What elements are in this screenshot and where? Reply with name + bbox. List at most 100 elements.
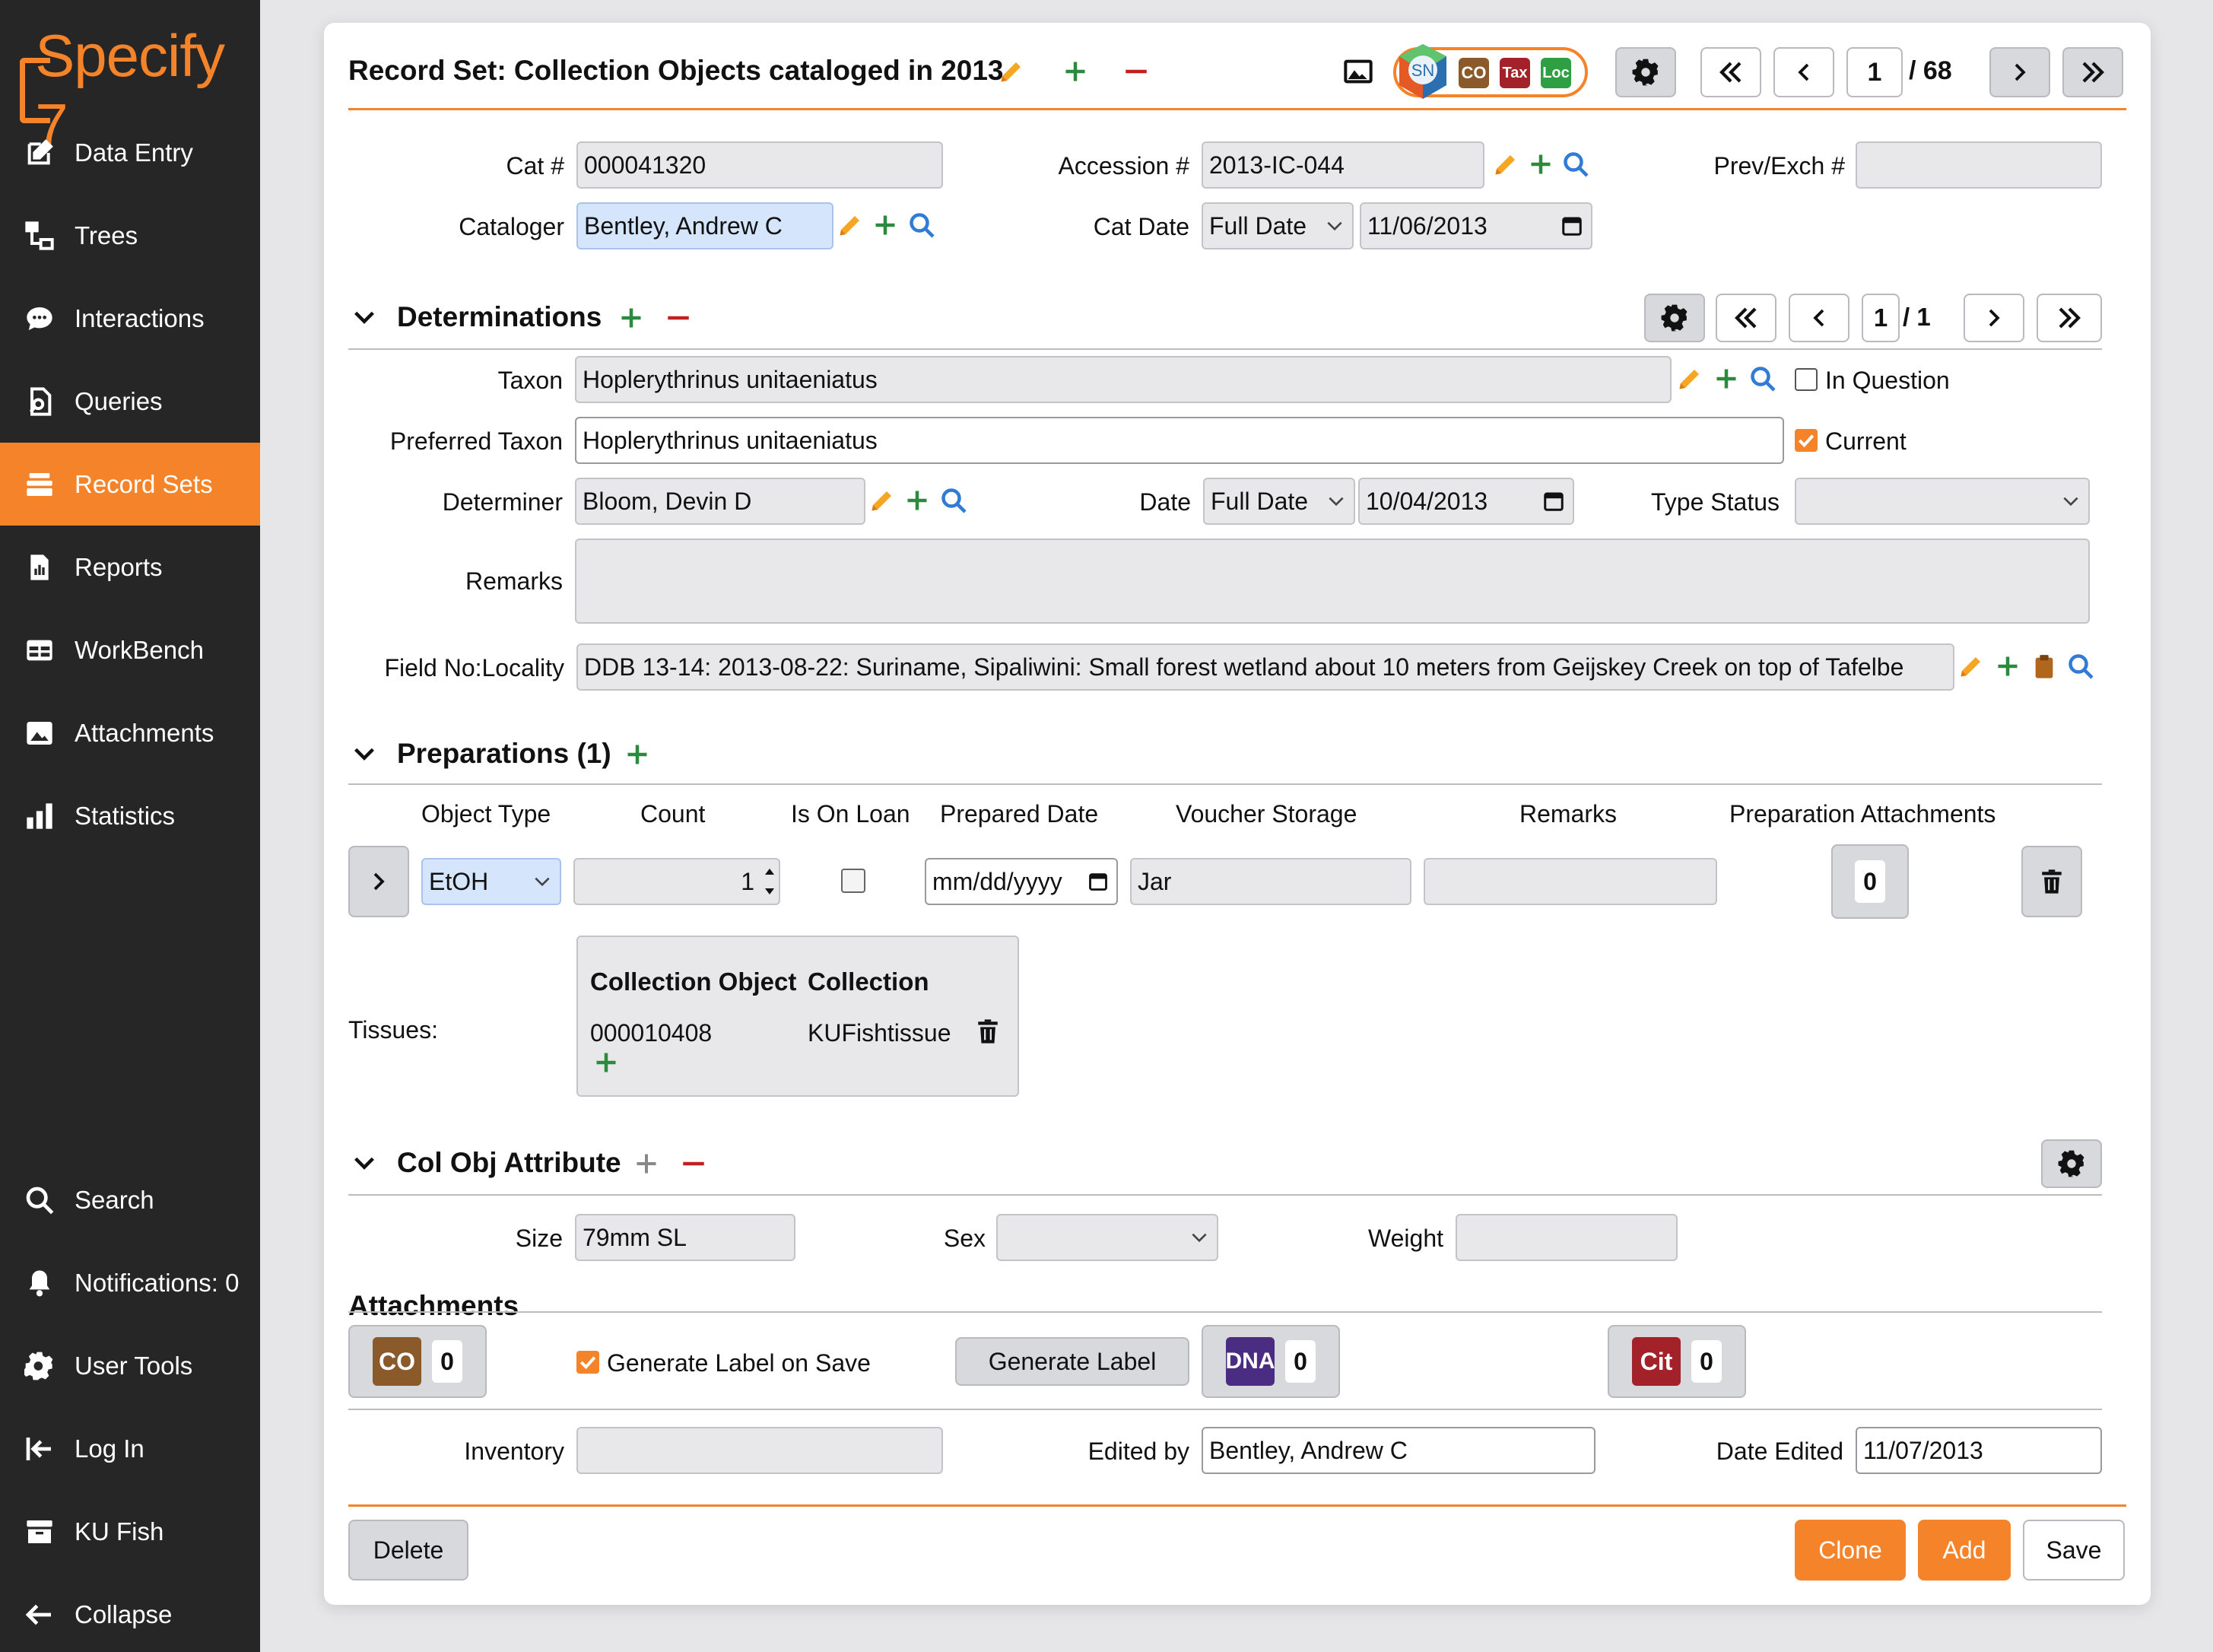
cataloger-field[interactable]: Bentley, Andrew C — [576, 202, 833, 249]
edited-by-field[interactable]: Bentley, Andrew C — [1202, 1427, 1595, 1474]
nav-data-entry[interactable]: Data Entry — [0, 111, 260, 194]
count-stepper[interactable]: 1 — [573, 858, 780, 905]
nav-workbench[interactable]: WorkBench — [0, 608, 260, 691]
nav-queries[interactable]: Queries — [0, 360, 260, 443]
nav-ku-fish[interactable]: KU Fish — [0, 1490, 260, 1573]
edit-pencil-icon[interactable] — [835, 210, 865, 240]
remarks-textarea[interactable] — [575, 538, 2090, 624]
cat-number-field[interactable]: 000041320 — [576, 141, 943, 189]
nav-record-sets[interactable]: Record Sets — [0, 443, 260, 526]
stepper-arrows-icon[interactable] — [762, 861, 777, 902]
preparation-attachments-button[interactable]: 0 — [1831, 844, 1909, 919]
preparation-remarks-field[interactable] — [1424, 858, 1717, 905]
collapse-determinations-chevron-icon[interactable] — [351, 304, 377, 330]
remove-minus-icon[interactable] — [1121, 56, 1151, 87]
determination-settings-button[interactable] — [1644, 294, 1705, 342]
nav-search[interactable]: Search — [0, 1158, 260, 1241]
determination-date-type-select[interactable]: Full Date — [1203, 478, 1355, 525]
edit-pencil-icon[interactable] — [996, 56, 1027, 87]
det-previous-button[interactable] — [1789, 294, 1849, 342]
add-plus-icon[interactable] — [1992, 651, 2023, 681]
remove-determination-icon[interactable] — [663, 303, 694, 333]
determination-date-field[interactable]: 10/04/2013 — [1358, 478, 1574, 525]
tissue-collection-object-link[interactable]: 000010408 — [590, 1019, 712, 1047]
prev-exch-field[interactable] — [1856, 141, 2102, 189]
nav-trees[interactable]: Trees — [0, 194, 260, 277]
cat-date-type-select[interactable]: Full Date — [1202, 202, 1354, 249]
co-form-badge[interactable]: CO — [1459, 58, 1489, 88]
delete-preparation-button[interactable] — [2021, 846, 2082, 917]
first-record-button[interactable] — [1700, 47, 1761, 97]
nav-statistics[interactable]: Statistics — [0, 774, 260, 857]
edit-pencil-icon[interactable] — [1956, 651, 1986, 681]
cit-attachments-button[interactable]: Cit 0 — [1608, 1325, 1746, 1398]
add-plus-icon[interactable] — [870, 210, 900, 240]
nav-notifications[interactable]: Notifications: 0 — [0, 1241, 260, 1324]
expand-preparation-button[interactable] — [348, 846, 409, 917]
in-question-checkbox[interactable] — [1795, 368, 1818, 391]
add-button[interactable]: Add — [1918, 1520, 2011, 1581]
next-record-button[interactable] — [1989, 47, 2050, 97]
det-next-button[interactable] — [1964, 294, 2024, 342]
prepared-date-field[interactable]: mm/dd/yyyy — [925, 858, 1118, 905]
add-tissue-icon[interactable] — [595, 1051, 618, 1074]
det-index-input[interactable]: 1 — [1862, 294, 1900, 342]
voucher-storage-field[interactable]: Jar — [1130, 858, 1411, 905]
delete-button[interactable]: Delete — [348, 1520, 468, 1581]
add-preparation-icon[interactable] — [622, 739, 652, 770]
generate-label-button[interactable]: Generate Label — [955, 1337, 1189, 1386]
trash-icon[interactable] — [975, 1016, 1001, 1047]
co-attachments-button[interactable]: CO 0 — [348, 1325, 487, 1398]
search-icon[interactable] — [1561, 149, 1591, 179]
add-determination-icon[interactable] — [616, 303, 646, 333]
attribute-settings-button[interactable] — [2041, 1139, 2102, 1188]
remove-attribute-icon[interactable] — [678, 1148, 709, 1179]
record-index-input[interactable]: 1 — [1846, 47, 1903, 97]
date-edited-field[interactable]: 11/07/2013 — [1856, 1427, 2102, 1474]
preferred-taxon-field[interactable]: Hoplerythrinus unitaeniatus — [575, 417, 1784, 464]
add-plus-icon[interactable] — [1526, 149, 1556, 179]
sex-select[interactable] — [996, 1214, 1218, 1261]
previous-record-button[interactable] — [1773, 47, 1834, 97]
accession-field[interactable]: 2013-IC-044 — [1202, 141, 1484, 189]
field-no-locality-field[interactable]: DDB 13-14: 2013-08-22: Suriname, Sipaliw… — [576, 643, 1954, 691]
type-status-select[interactable] — [1795, 478, 2090, 525]
search-icon[interactable] — [1748, 364, 1778, 394]
edit-pencil-icon[interactable] — [867, 485, 897, 516]
is-on-loan-checkbox[interactable] — [841, 869, 865, 893]
weight-field[interactable] — [1456, 1214, 1678, 1261]
nav-reports[interactable]: Reports — [0, 526, 260, 608]
determiner-field[interactable]: Bloom, Devin D — [575, 478, 865, 525]
save-button[interactable]: Save — [2023, 1520, 2125, 1581]
det-first-button[interactable] — [1716, 294, 1776, 342]
search-icon[interactable] — [2065, 651, 2096, 681]
clipboard-icon[interactable] — [2029, 651, 2059, 681]
add-plus-icon[interactable] — [1711, 364, 1742, 394]
add-attribute-icon[interactable] — [631, 1148, 662, 1179]
cat-date-field[interactable]: 11/06/2013 — [1360, 202, 1592, 249]
search-icon[interactable] — [938, 485, 969, 516]
dna-attachments-button[interactable]: DNA 0 — [1202, 1325, 1340, 1398]
settings-button[interactable] — [1615, 47, 1676, 97]
search-icon[interactable] — [906, 210, 937, 240]
loc-form-badge[interactable]: Loc — [1541, 58, 1571, 88]
add-plus-icon[interactable] — [1060, 56, 1091, 87]
edit-pencil-icon[interactable] — [1491, 149, 1521, 179]
nav-interactions[interactable]: Interactions — [0, 277, 260, 360]
image-icon[interactable] — [1343, 56, 1373, 87]
clone-button[interactable]: Clone — [1795, 1520, 1906, 1581]
current-checkbox[interactable] — [1795, 429, 1818, 452]
collapse-colobj-attribute-chevron-icon[interactable] — [351, 1150, 377, 1176]
last-record-button[interactable] — [2062, 47, 2123, 97]
nav-attachments[interactable]: Attachments — [0, 691, 260, 774]
inventory-field[interactable] — [576, 1427, 943, 1474]
nav-collapse[interactable]: Collapse — [0, 1573, 260, 1652]
det-last-button[interactable] — [2037, 294, 2102, 342]
collapse-preparations-chevron-icon[interactable] — [351, 741, 377, 767]
generate-label-on-save-checkbox[interactable] — [576, 1351, 599, 1374]
edit-pencil-icon[interactable] — [1675, 364, 1705, 394]
object-type-select[interactable]: EtOH — [421, 858, 561, 905]
add-plus-icon[interactable] — [902, 485, 932, 516]
tax-form-badge[interactable]: Tax — [1500, 58, 1530, 88]
taxon-field[interactable]: Hoplerythrinus unitaeniatus — [575, 356, 1672, 403]
